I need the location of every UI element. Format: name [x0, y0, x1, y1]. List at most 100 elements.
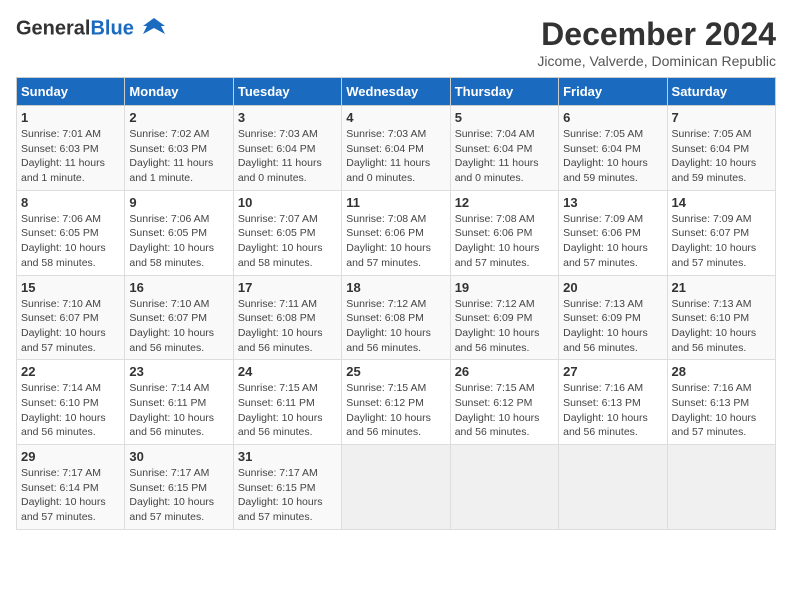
calendar-cell: 15 Sunrise: 7:10 AM Sunset: 6:07 PM Dayl…: [17, 275, 125, 360]
calendar-week-row: 1 Sunrise: 7:01 AM Sunset: 6:03 PM Dayli…: [17, 106, 776, 191]
calendar-body: 1 Sunrise: 7:01 AM Sunset: 6:03 PM Dayli…: [17, 106, 776, 530]
location-subtitle: Jicome, Valverde, Dominican Republic: [537, 53, 776, 69]
calendar-cell: 10 Sunrise: 7:07 AM Sunset: 6:05 PM Dayl…: [233, 190, 341, 275]
sunrise-text: Sunrise: 7:15 AM: [346, 381, 445, 396]
calendar-cell: 23 Sunrise: 7:14 AM Sunset: 6:11 PM Dayl…: [125, 360, 233, 445]
sunset-text: Sunset: 6:11 PM: [238, 396, 337, 411]
daylight-text: Daylight: 10 hours and 56 minutes.: [21, 411, 120, 440]
sunset-text: Sunset: 6:13 PM: [563, 396, 662, 411]
calendar-week-row: 15 Sunrise: 7:10 AM Sunset: 6:07 PM Dayl…: [17, 275, 776, 360]
calendar-cell: 16 Sunrise: 7:10 AM Sunset: 6:07 PM Dayl…: [125, 275, 233, 360]
sunrise-text: Sunrise: 7:16 AM: [563, 381, 662, 396]
sunrise-text: Sunrise: 7:10 AM: [21, 297, 120, 312]
daylight-text: Daylight: 11 hours and 0 minutes.: [238, 156, 337, 185]
daylight-text: Daylight: 10 hours and 57 minutes.: [238, 495, 337, 524]
day-info: Sunrise: 7:10 AM Sunset: 6:07 PM Dayligh…: [129, 297, 228, 356]
sunset-text: Sunset: 6:10 PM: [672, 311, 771, 326]
sunset-text: Sunset: 6:11 PM: [129, 396, 228, 411]
calendar-cell: 18 Sunrise: 7:12 AM Sunset: 6:08 PM Dayl…: [342, 275, 450, 360]
sunrise-text: Sunrise: 7:05 AM: [563, 127, 662, 142]
day-info: Sunrise: 7:17 AM Sunset: 6:15 PM Dayligh…: [129, 466, 228, 525]
daylight-text: Daylight: 10 hours and 57 minutes.: [21, 326, 120, 355]
sunset-text: Sunset: 6:08 PM: [238, 311, 337, 326]
sunset-text: Sunset: 6:07 PM: [129, 311, 228, 326]
weekday-header-tuesday: Tuesday: [233, 78, 341, 106]
calendar-cell: 8 Sunrise: 7:06 AM Sunset: 6:05 PM Dayli…: [17, 190, 125, 275]
daylight-text: Daylight: 10 hours and 56 minutes.: [563, 326, 662, 355]
sunrise-text: Sunrise: 7:09 AM: [672, 212, 771, 227]
daylight-text: Daylight: 10 hours and 57 minutes.: [672, 411, 771, 440]
sunrise-text: Sunrise: 7:15 AM: [238, 381, 337, 396]
weekday-header-row: SundayMondayTuesdayWednesdayThursdayFrid…: [17, 78, 776, 106]
day-info: Sunrise: 7:16 AM Sunset: 6:13 PM Dayligh…: [672, 381, 771, 440]
day-number: 6: [563, 110, 662, 125]
weekday-header-thursday: Thursday: [450, 78, 558, 106]
daylight-text: Daylight: 10 hours and 56 minutes.: [346, 326, 445, 355]
sunset-text: Sunset: 6:05 PM: [238, 226, 337, 241]
day-number: 30: [129, 449, 228, 464]
day-info: Sunrise: 7:09 AM Sunset: 6:07 PM Dayligh…: [672, 212, 771, 271]
daylight-text: Daylight: 10 hours and 56 minutes.: [672, 326, 771, 355]
day-number: 10: [238, 195, 337, 210]
sunrise-text: Sunrise: 7:06 AM: [21, 212, 120, 227]
sunset-text: Sunset: 6:04 PM: [455, 142, 554, 157]
day-number: 22: [21, 364, 120, 379]
day-number: 20: [563, 280, 662, 295]
page-header: GeneralBlue December 2024 Jicome, Valver…: [16, 16, 776, 69]
day-number: 14: [672, 195, 771, 210]
calendar-cell: 11 Sunrise: 7:08 AM Sunset: 6:06 PM Dayl…: [342, 190, 450, 275]
sunset-text: Sunset: 6:15 PM: [129, 481, 228, 496]
sunrise-text: Sunrise: 7:02 AM: [129, 127, 228, 142]
calendar-cell: 19 Sunrise: 7:12 AM Sunset: 6:09 PM Dayl…: [450, 275, 558, 360]
day-number: 16: [129, 280, 228, 295]
sunset-text: Sunset: 6:04 PM: [672, 142, 771, 157]
daylight-text: Daylight: 10 hours and 56 minutes.: [238, 411, 337, 440]
sunrise-text: Sunrise: 7:11 AM: [238, 297, 337, 312]
day-number: 28: [672, 364, 771, 379]
day-info: Sunrise: 7:08 AM Sunset: 6:06 PM Dayligh…: [455, 212, 554, 271]
calendar-cell: [450, 445, 558, 530]
day-info: Sunrise: 7:15 AM Sunset: 6:11 PM Dayligh…: [238, 381, 337, 440]
day-info: Sunrise: 7:11 AM Sunset: 6:08 PM Dayligh…: [238, 297, 337, 356]
logo-text: GeneralBlue: [16, 16, 167, 42]
day-info: Sunrise: 7:12 AM Sunset: 6:08 PM Dayligh…: [346, 297, 445, 356]
day-info: Sunrise: 7:06 AM Sunset: 6:05 PM Dayligh…: [129, 212, 228, 271]
day-number: 29: [21, 449, 120, 464]
daylight-text: Daylight: 10 hours and 58 minutes.: [129, 241, 228, 270]
daylight-text: Daylight: 10 hours and 57 minutes.: [346, 241, 445, 270]
sunrise-text: Sunrise: 7:15 AM: [455, 381, 554, 396]
sunset-text: Sunset: 6:06 PM: [455, 226, 554, 241]
calendar-week-row: 22 Sunrise: 7:14 AM Sunset: 6:10 PM Dayl…: [17, 360, 776, 445]
sunset-text: Sunset: 6:07 PM: [672, 226, 771, 241]
day-number: 13: [563, 195, 662, 210]
day-info: Sunrise: 7:17 AM Sunset: 6:15 PM Dayligh…: [238, 466, 337, 525]
day-info: Sunrise: 7:14 AM Sunset: 6:11 PM Dayligh…: [129, 381, 228, 440]
daylight-text: Daylight: 10 hours and 56 minutes.: [346, 411, 445, 440]
sunrise-text: Sunrise: 7:10 AM: [129, 297, 228, 312]
daylight-text: Daylight: 10 hours and 59 minutes.: [672, 156, 771, 185]
sunrise-text: Sunrise: 7:05 AM: [672, 127, 771, 142]
daylight-text: Daylight: 10 hours and 56 minutes.: [129, 326, 228, 355]
day-info: Sunrise: 7:10 AM Sunset: 6:07 PM Dayligh…: [21, 297, 120, 356]
daylight-text: Daylight: 11 hours and 0 minutes.: [346, 156, 445, 185]
sunrise-text: Sunrise: 7:12 AM: [346, 297, 445, 312]
sunset-text: Sunset: 6:04 PM: [563, 142, 662, 157]
calendar-cell: 22 Sunrise: 7:14 AM Sunset: 6:10 PM Dayl…: [17, 360, 125, 445]
day-number: 19: [455, 280, 554, 295]
day-number: 23: [129, 364, 228, 379]
calendar-cell: 9 Sunrise: 7:06 AM Sunset: 6:05 PM Dayli…: [125, 190, 233, 275]
daylight-text: Daylight: 10 hours and 56 minutes.: [455, 411, 554, 440]
daylight-text: Daylight: 10 hours and 58 minutes.: [21, 241, 120, 270]
day-info: Sunrise: 7:16 AM Sunset: 6:13 PM Dayligh…: [563, 381, 662, 440]
sunset-text: Sunset: 6:05 PM: [129, 226, 228, 241]
daylight-text: Daylight: 10 hours and 56 minutes.: [238, 326, 337, 355]
month-title: December 2024: [537, 16, 776, 53]
calendar-cell: [559, 445, 667, 530]
sunset-text: Sunset: 6:15 PM: [238, 481, 337, 496]
day-number: 7: [672, 110, 771, 125]
day-info: Sunrise: 7:02 AM Sunset: 6:03 PM Dayligh…: [129, 127, 228, 186]
calendar-week-row: 8 Sunrise: 7:06 AM Sunset: 6:05 PM Dayli…: [17, 190, 776, 275]
calendar-header: SundayMondayTuesdayWednesdayThursdayFrid…: [17, 78, 776, 106]
calendar-cell: 2 Sunrise: 7:02 AM Sunset: 6:03 PM Dayli…: [125, 106, 233, 191]
calendar-cell: 24 Sunrise: 7:15 AM Sunset: 6:11 PM Dayl…: [233, 360, 341, 445]
